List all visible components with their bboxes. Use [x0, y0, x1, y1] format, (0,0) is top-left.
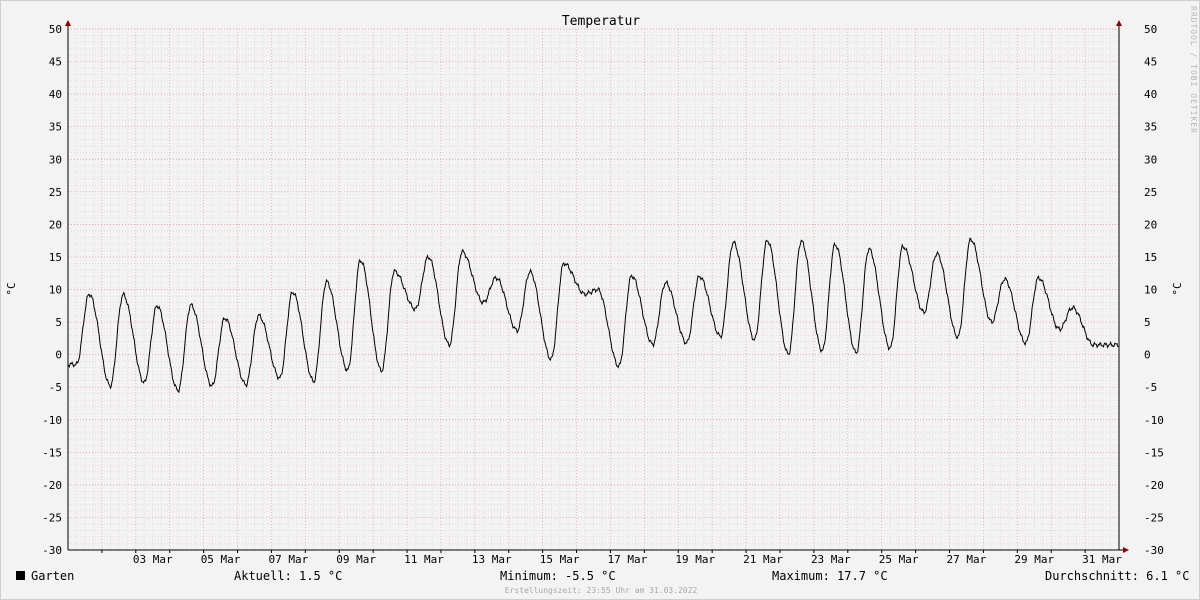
temperature-chart: 50454035302520151050-5-10-15-20-25-30 50… — [5, 6, 1198, 566]
y-tick-label: -15 — [42, 446, 62, 459]
y-tick-labels-left: 50454035302520151050-5-10-15-20-25-30 — [42, 23, 62, 557]
x-tick-label: 29 Mar — [1014, 553, 1054, 566]
y-tick-labels-right: 50454035302520151050-5-10-15-20-25-30 — [1144, 23, 1164, 557]
y-tick-label: -20 — [42, 479, 62, 492]
y-tick-label-right: -10 — [1144, 414, 1164, 427]
x-tick-label: 25 Mar — [879, 553, 919, 566]
creation-timestamp: Erstellungszeit: 23:55 Uhr am 31.03.2022 — [504, 586, 698, 595]
x-tick-label: 11 Mar — [404, 553, 444, 566]
y-tick-label-right: 10 — [1144, 284, 1157, 297]
legend-swatch — [16, 571, 25, 580]
y-tick-label-right: 40 — [1144, 88, 1157, 101]
legend-series-label: Garten — [31, 569, 75, 583]
x-tick-label: 13 Mar — [472, 553, 512, 566]
chart-frame: 50 45 40 35 30 25 20 15 10 5 0 -5 -10 -15 -20 -25 -30 50… — [0, 0, 1200, 600]
y-tick-label-right: 0 — [1144, 349, 1151, 362]
x-tick-label: 07 Mar — [268, 553, 308, 566]
y-tick-label: 15 — [49, 251, 62, 264]
y-axis-label-right: °C — [1171, 282, 1184, 295]
x-axis-arrow — [1123, 547, 1129, 553]
x-tick-label: 05 Mar — [201, 553, 241, 566]
x-tick-label: 19 Mar — [675, 553, 715, 566]
watermark: RRDTOOL / TOBI OETIKER — [1189, 6, 1198, 134]
x-tick-label: 09 Mar — [336, 553, 376, 566]
y-axis-arrow-left — [65, 20, 71, 26]
y-tick-label: 20 — [49, 218, 62, 231]
x-tick-label: 03 Mar — [133, 553, 173, 566]
y-tick-label-right: -15 — [1144, 446, 1164, 459]
y-axis-label-left: °C — [5, 282, 18, 295]
legend-maximum: Maximum: 17.7 °C — [772, 569, 888, 583]
y-tick-label: 0 — [55, 349, 62, 362]
y-tick-label-right: 5 — [1144, 316, 1151, 329]
y-tick-label: 30 — [49, 153, 62, 166]
axes — [65, 20, 1129, 553]
y-tick-label-right: -30 — [1144, 544, 1164, 557]
legend-average: Durchschnitt: 6.1 °C — [1045, 569, 1190, 583]
x-tick-label: 15 Mar — [540, 553, 580, 566]
y-tick-label-right: 45 — [1144, 56, 1157, 69]
legend-minimum: Minimum: -5.5 °C — [500, 569, 616, 583]
y-tick-label-right: 15 — [1144, 251, 1157, 264]
y-tick-label-right: 25 — [1144, 186, 1157, 199]
y-tick-label: 40 — [49, 88, 62, 101]
y-tick-label: 35 — [49, 121, 62, 134]
chart-title: Temperatur — [562, 14, 640, 29]
y-tick-label: -30 — [42, 544, 62, 557]
y-tick-label-right: -25 — [1144, 511, 1164, 524]
y-axis-arrow-right — [1116, 20, 1122, 26]
y-tick-label: 50 — [49, 23, 62, 36]
x-tick-label: 17 Mar — [608, 553, 648, 566]
x-tick-label: 23 Mar — [811, 553, 851, 566]
y-tick-label-right: -5 — [1144, 381, 1157, 394]
y-tick-label: 10 — [49, 284, 62, 297]
legend-series: Garten — [16, 569, 74, 583]
x-tick-label: 21 Mar — [743, 553, 783, 566]
y-tick-label-right: -20 — [1144, 479, 1164, 492]
y-tick-label: 45 — [49, 56, 62, 69]
y-tick-label: 25 — [49, 186, 62, 199]
y-tick-label-right: 50 — [1144, 23, 1157, 36]
y-tick-label: -10 — [42, 414, 62, 427]
x-tick-label: 31 Mar — [1082, 553, 1122, 566]
x-tick-label: 27 Mar — [947, 553, 987, 566]
legend-current: Aktuell: 1.5 °C — [234, 569, 343, 583]
y-tick-label-right: 30 — [1144, 153, 1157, 166]
x-tick-labels: 03 Mar 05 Mar 07 Mar 09 Mar 11 Mar 13 Mar 15 M… — [133, 553, 1122, 566]
y-tick-label-right: 35 — [1144, 121, 1157, 134]
y-tick-label: -25 — [42, 511, 62, 524]
y-tick-label: -5 — [49, 381, 62, 394]
y-tick-label-right: 20 — [1144, 218, 1157, 231]
y-tick-label: 5 — [55, 316, 62, 329]
